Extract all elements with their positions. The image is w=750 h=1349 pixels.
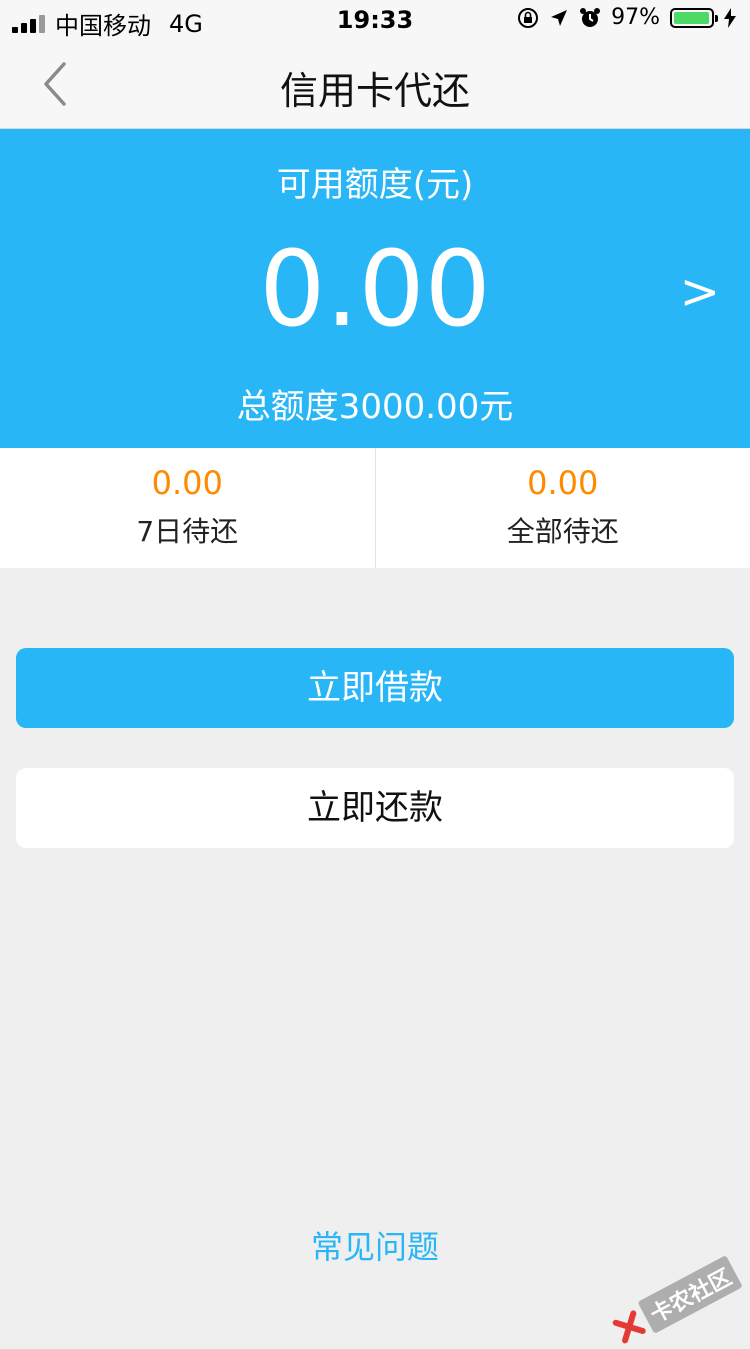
watermark-logo-icon bbox=[612, 1309, 647, 1344]
watermark: 卡农社区 bbox=[609, 1255, 742, 1349]
borrow-now-button[interactable]: 立即借款 bbox=[16, 648, 734, 728]
stat-7day-due-value: 0.00 bbox=[0, 464, 375, 502]
battery-icon bbox=[670, 8, 714, 28]
navigation-bar: 信用卡代还 bbox=[0, 40, 750, 129]
battery-percent: 97% bbox=[611, 6, 660, 30]
status-right: 97% bbox=[517, 6, 736, 30]
stat-all-due-label: 全部待还 bbox=[376, 510, 750, 550]
status-bar: 中国移动 4G 19:33 97% bbox=[0, 0, 750, 40]
total-credit-limit: 总额度3000.00元 bbox=[0, 379, 750, 428]
faq-link[interactable]: 常见问题 bbox=[0, 1222, 750, 1268]
available-credit-label: 可用额度(元) bbox=[0, 157, 750, 206]
credit-detail-arrow[interactable]: > bbox=[680, 264, 720, 320]
repayment-stats: 0.00 7日待还 0.00 全部待还 bbox=[0, 448, 750, 568]
stat-all-due-value: 0.00 bbox=[376, 464, 750, 502]
location-arrow-icon bbox=[549, 8, 569, 28]
battery-fill bbox=[674, 12, 709, 24]
stat-7day-due[interactable]: 0.00 7日待还 bbox=[0, 448, 375, 568]
page-title: 信用卡代还 bbox=[0, 60, 750, 115]
charging-bolt-icon bbox=[724, 8, 736, 28]
available-credit-panel[interactable]: 可用额度(元) 0.00 > 总额度3000.00元 bbox=[0, 129, 750, 448]
repay-now-button[interactable]: 立即还款 bbox=[16, 768, 734, 848]
available-credit-amount: 0.00 bbox=[0, 229, 750, 349]
stat-7day-due-label: 7日待还 bbox=[0, 510, 375, 550]
rotation-lock-icon bbox=[517, 7, 539, 29]
stat-all-due[interactable]: 0.00 全部待还 bbox=[375, 448, 750, 568]
alarm-clock-icon bbox=[579, 7, 601, 29]
